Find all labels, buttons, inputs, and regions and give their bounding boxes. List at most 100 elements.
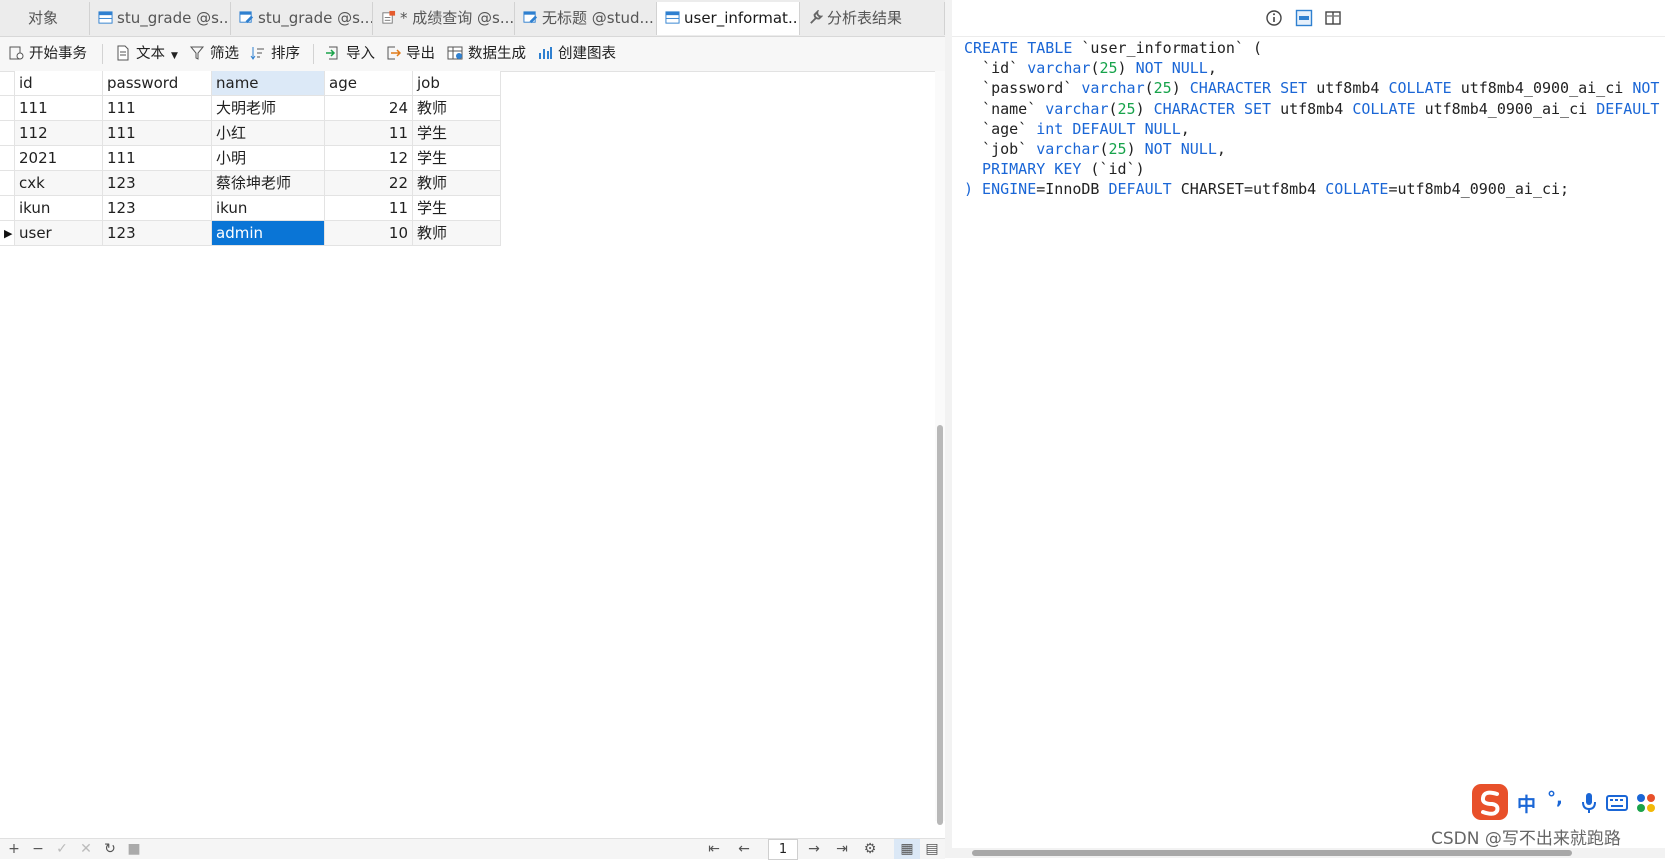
tab-bar: 对象 stu_grade @s... stu_grade @s... * 成绩查… xyxy=(0,0,945,37)
export-button[interactable]: 导出 xyxy=(385,37,435,71)
transaction-icon xyxy=(9,46,24,60)
row-marker xyxy=(0,171,15,196)
settings-icon[interactable]: ⚙ xyxy=(862,839,878,859)
info-icon[interactable] xyxy=(1265,9,1283,27)
form-view-icon[interactable]: ▤ xyxy=(922,839,942,859)
status-bar: + − ✓ ✕ ↻ ■ ⇤ ← 1 → ⇥ ⚙ ▦ ▤ xyxy=(0,838,945,860)
tab-label: 分析表结果 xyxy=(827,9,903,27)
add-record-icon[interactable]: + xyxy=(6,839,22,859)
cell-job[interactable]: 学生 xyxy=(413,121,501,146)
sort-button[interactable]: 排序 xyxy=(250,37,300,71)
wrench-icon xyxy=(810,10,823,24)
cell-id[interactable]: 2021 xyxy=(15,146,103,171)
ddl-line: `name` varchar(25) CHARACTER SET utf8mb4… xyxy=(964,99,1660,118)
horizontal-scrollbar[interactable] xyxy=(952,848,1665,858)
keyboard-icon[interactable] xyxy=(1606,794,1628,812)
cell-name[interactable]: 蔡徐坤老师 xyxy=(212,171,325,196)
cell-job[interactable]: 教师 xyxy=(413,221,501,246)
toolbox-grid-icon[interactable] xyxy=(1635,792,1657,814)
cell-id[interactable]: 111 xyxy=(15,96,103,121)
ime-toolbar: 中 °, xyxy=(1470,782,1665,824)
stop-icon[interactable]: ■ xyxy=(126,839,142,859)
tab-objects[interactable]: 对象 xyxy=(0,2,90,35)
bar-chart-icon xyxy=(539,47,552,59)
first-page-icon[interactable]: ⇤ xyxy=(706,839,722,859)
ime-punctuation-label[interactable]: °, xyxy=(1547,788,1563,809)
data-pane: 对象 stu_grade @s... stu_grade @s... * 成绩查… xyxy=(0,0,945,860)
cell-password[interactable]: 111 xyxy=(103,121,212,146)
cell-age[interactable]: 10 xyxy=(325,221,413,246)
text-view-button[interactable]: 文本 ▼ xyxy=(115,37,178,71)
microphone-icon[interactable] xyxy=(1580,792,1598,814)
column-header-password[interactable]: password xyxy=(103,71,212,96)
cell-job[interactable]: 学生 xyxy=(413,146,501,171)
ddl-pane: CREATE TABLE `user_information` ( `id` v… xyxy=(952,0,1665,858)
tab-grade-query[interactable]: * 成绩查询 @s... xyxy=(373,2,515,35)
column-header-job[interactable]: job xyxy=(413,71,501,96)
ddl-icon[interactable] xyxy=(1295,9,1313,27)
cell-age[interactable]: 24 xyxy=(325,96,413,121)
cell-job[interactable]: 教师 xyxy=(413,171,501,196)
cell-name-selected[interactable]: admin xyxy=(212,221,325,246)
cell-id[interactable]: ikun xyxy=(15,196,103,221)
sogou-logo-icon[interactable] xyxy=(1470,782,1510,822)
cell-age[interactable]: 22 xyxy=(325,171,413,196)
scrollbar-thumb[interactable] xyxy=(937,425,943,825)
cell-password[interactable]: 111 xyxy=(103,96,212,121)
row-marker xyxy=(0,196,15,221)
tab-stu-grade-1[interactable]: stu_grade @s... xyxy=(90,2,231,35)
table-edit-icon xyxy=(523,11,538,24)
import-icon xyxy=(326,46,338,60)
row-marker xyxy=(0,146,15,171)
current-row-arrow-icon: ▶ xyxy=(4,227,13,240)
filter-button[interactable]: 筛选 xyxy=(189,37,239,71)
delete-record-icon[interactable]: − xyxy=(30,839,46,859)
scrollbar-thumb[interactable] xyxy=(972,850,1572,856)
table-icon xyxy=(665,11,680,24)
cell-id[interactable]: cxk xyxy=(15,171,103,196)
cell-password[interactable]: 123 xyxy=(103,221,212,246)
cell-job[interactable]: 学生 xyxy=(413,196,501,221)
row-marker xyxy=(0,121,15,146)
cell-age[interactable]: 12 xyxy=(325,146,413,171)
vertical-scrollbar[interactable] xyxy=(935,71,945,825)
import-button[interactable]: 导入 xyxy=(325,37,375,71)
next-page-icon[interactable]: → xyxy=(806,839,822,859)
cell-name[interactable]: 大明老师 xyxy=(212,96,325,121)
cell-password[interactable]: 111 xyxy=(103,146,212,171)
pane-splitter[interactable] xyxy=(945,0,952,858)
refresh-icon[interactable]: ↻ xyxy=(102,839,118,859)
page-number-input[interactable]: 1 xyxy=(768,839,798,860)
apply-changes-icon[interactable]: ✓ xyxy=(54,839,70,859)
last-page-icon[interactable]: ⇥ xyxy=(834,839,850,859)
cell-age[interactable]: 11 xyxy=(325,196,413,221)
tab-analyze-result[interactable]: 分析表结果 xyxy=(800,2,945,35)
cell-name[interactable]: 小红 xyxy=(212,121,325,146)
tab-stu-grade-2[interactable]: stu_grade @s... xyxy=(231,2,373,35)
tab-label: stu_grade @s... xyxy=(117,9,231,27)
cell-password[interactable]: 123 xyxy=(103,171,212,196)
cell-name[interactable]: 小明 xyxy=(212,146,325,171)
grid-view-icon[interactable]: ▦ xyxy=(894,839,920,859)
column-header-name[interactable]: name xyxy=(212,71,325,96)
sort-icon xyxy=(250,47,264,60)
tab-label: user_informat... xyxy=(684,9,800,27)
ime-mode-label[interactable]: 中 xyxy=(1517,790,1536,817)
discard-changes-icon[interactable]: ✕ xyxy=(78,839,94,859)
cell-job[interactable]: 教师 xyxy=(413,96,501,121)
column-header-id[interactable]: id xyxy=(15,71,103,96)
cell-password[interactable]: 123 xyxy=(103,196,212,221)
tab-untitled[interactable]: 无标题 @stud... xyxy=(515,2,657,35)
column-header-age[interactable]: age xyxy=(325,71,413,96)
cell-id[interactable]: 112 xyxy=(15,121,103,146)
tab-label: 无标题 @stud... xyxy=(542,9,654,27)
split-view-icon[interactable] xyxy=(1324,9,1342,27)
cell-id[interactable]: user xyxy=(15,221,103,246)
tab-user-information[interactable]: user_informat... xyxy=(657,2,800,35)
cell-age[interactable]: 11 xyxy=(325,121,413,146)
begin-transaction-button[interactable]: 开始事务 xyxy=(8,37,87,71)
create-chart-button[interactable]: 创建图表 xyxy=(537,37,616,71)
cell-name[interactable]: ikun xyxy=(212,196,325,221)
previous-page-icon[interactable]: ← xyxy=(736,839,752,859)
data-generation-button[interactable]: 数据生成 xyxy=(447,37,526,71)
